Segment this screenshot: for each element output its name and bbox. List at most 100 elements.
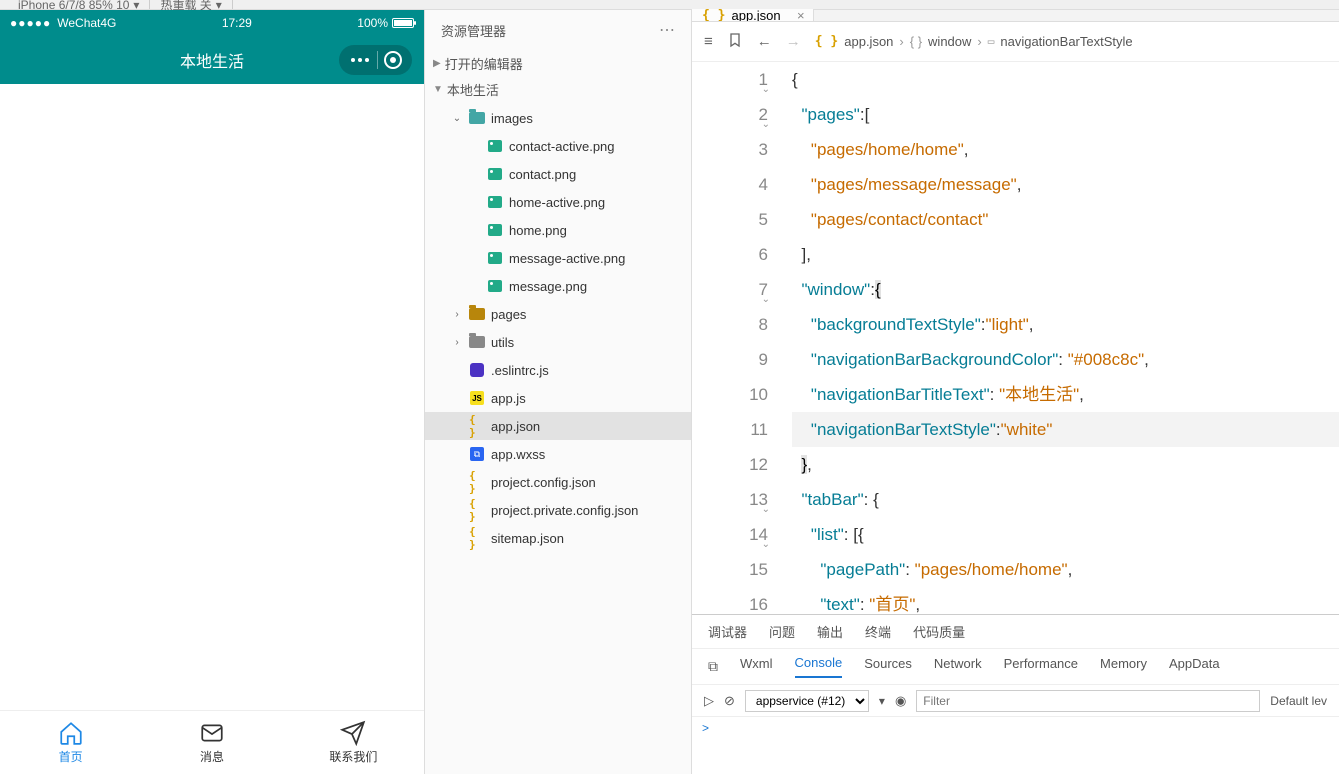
tree-item[interactable]: { }app.json xyxy=(425,412,691,440)
battery-indicator: 100% xyxy=(357,16,414,30)
devtool-tab[interactable]: Console xyxy=(795,655,843,678)
phone-statusbar: ●●●●● WeChat4G 17:29 100% xyxy=(0,10,424,36)
context-select[interactable]: appservice (#12) xyxy=(745,690,869,712)
tabbar-item[interactable]: 联系我们 xyxy=(283,711,424,774)
devtool-tab[interactable]: Memory xyxy=(1100,656,1147,677)
file-name: images xyxy=(491,111,533,126)
file-name: contact.png xyxy=(509,167,576,182)
file-name: message-active.png xyxy=(509,251,625,266)
tree-item[interactable]: ›pages xyxy=(425,300,691,328)
code-editor[interactable]: 1⌄2⌄34567⌄8910111213⌄14⌄1516 { "pages":[… xyxy=(692,62,1339,614)
file-name: sitemap.json xyxy=(491,531,564,546)
signal-dots-icon: ●●●●● xyxy=(10,16,51,30)
tree-item[interactable]: home.png xyxy=(425,216,691,244)
tree-item[interactable]: { } project.config.json xyxy=(425,468,691,496)
breadcrumb[interactable]: { } app.json › { } window › ▭ navigation… xyxy=(815,34,1133,49)
phone-tabbar: 首页消息联系我们 xyxy=(0,710,424,774)
file-name: .eslintrc.js xyxy=(491,363,549,378)
menu-dots-icon[interactable] xyxy=(345,58,375,62)
devtool-tab[interactable]: Performance xyxy=(1004,656,1078,677)
debug-tab[interactable]: 终端 xyxy=(865,622,891,641)
file-name: app.json xyxy=(491,419,540,434)
tree-item[interactable]: contact-active.png xyxy=(425,132,691,160)
tree-item[interactable]: JS app.js xyxy=(425,384,691,412)
chevron-right-icon: › xyxy=(451,337,463,348)
debug-tab[interactable]: 输出 xyxy=(817,622,843,641)
json-icon: { } xyxy=(469,530,485,546)
tabbar-item[interactable]: 消息 xyxy=(141,711,282,774)
debug-tabs: 调试器 问题 输出 终端 代码质量 xyxy=(692,615,1339,649)
json-icon: { } xyxy=(815,34,838,49)
tree-item[interactable]: home-active.png xyxy=(425,188,691,216)
app-topbar: iPhone 6/7/8 85% 10 ▾ 热重载 关 ▾ xyxy=(0,0,1339,10)
editor-tabs: { } app.json × xyxy=(692,10,1339,22)
bookmark-icon[interactable] xyxy=(727,32,743,52)
file-name: utils xyxy=(491,335,514,350)
explorer-title: 资源管理器 xyxy=(441,21,506,40)
clear-icon[interactable]: ⊘ xyxy=(724,693,735,709)
hotreload-toggle[interactable]: 热重载 关 ▾ xyxy=(150,0,232,9)
tree-item[interactable]: { } sitemap.json xyxy=(425,524,691,552)
js-icon: JS xyxy=(470,391,484,405)
debug-tab[interactable]: 调试器 xyxy=(708,622,747,641)
tree-item[interactable]: .eslintrc.js xyxy=(425,356,691,384)
image-icon xyxy=(488,168,502,180)
forward-arrow-icon[interactable]: → xyxy=(786,33,801,50)
editor-toolbar: ≡ ← → { } app.json › { } window › ▭ navi… xyxy=(692,22,1339,62)
project-section[interactable]: ▼ 本地生活 xyxy=(425,76,691,102)
file-name: message.png xyxy=(509,279,587,294)
devtool-tab[interactable]: AppData xyxy=(1169,656,1220,677)
image-icon xyxy=(488,280,502,292)
chevron-right-icon: ▶ xyxy=(433,58,441,69)
open-editors-section[interactable]: ▶ 打开的编辑器 xyxy=(425,50,691,76)
chevron-down-icon: ▼ xyxy=(433,84,443,95)
file-name: project.config.json xyxy=(491,475,596,490)
play-icon[interactable]: ▷ xyxy=(704,693,714,709)
bottom-panel: 调试器 问题 输出 终端 代码质量 ⧉ Wxml Console Sources Networ… xyxy=(692,614,1339,774)
file-name: home.png xyxy=(509,223,567,238)
capsule-button[interactable] xyxy=(339,45,412,75)
devtool-tabs: ⧉ Wxml Console Sources Network Performance Me… xyxy=(692,649,1339,685)
device-selector[interactable]: iPhone 6/7/8 85% 10 ▾ xyxy=(8,0,150,9)
tree-item[interactable]: ⧉app.wxss xyxy=(425,440,691,468)
file-name: app.js xyxy=(491,391,526,406)
json-icon: { } xyxy=(469,502,485,518)
level-select[interactable]: Default lev xyxy=(1270,694,1327,708)
back-arrow-icon[interactable]: ← xyxy=(757,33,772,50)
tree-item[interactable]: message.png xyxy=(425,272,691,300)
console-body[interactable]: > xyxy=(692,717,1339,774)
list-icon[interactable]: ≡ xyxy=(704,33,713,50)
inspect-icon[interactable]: ⧉ xyxy=(708,658,718,675)
editor-tab-appjson[interactable]: { } app.json × xyxy=(692,9,814,21)
phone-navbar: 本地生活 xyxy=(0,36,424,84)
eye-icon[interactable]: ◉ xyxy=(895,693,906,709)
page-content xyxy=(0,84,424,710)
tree-item[interactable]: contact.png xyxy=(425,160,691,188)
debug-tab[interactable]: 问题 xyxy=(769,622,795,641)
file-name: home-active.png xyxy=(509,195,605,210)
image-icon xyxy=(488,224,502,236)
close-icon[interactable]: × xyxy=(797,9,805,21)
battery-icon xyxy=(392,18,414,28)
tree-item[interactable]: { } project.private.config.json xyxy=(425,496,691,524)
file-name: project.private.config.json xyxy=(491,503,638,518)
eslint-icon xyxy=(470,363,484,377)
tabbar-item[interactable]: 首页 xyxy=(0,711,141,774)
chevron-down-icon: ⌄ xyxy=(451,113,463,124)
carrier-label: WeChat4G xyxy=(57,16,116,30)
tree-item[interactable]: message-active.png xyxy=(425,244,691,272)
json-icon: { } xyxy=(469,474,485,490)
file-name: contact-active.png xyxy=(509,139,615,154)
filter-input[interactable] xyxy=(916,690,1260,712)
tree-item[interactable]: › utils xyxy=(425,328,691,356)
chevron-right-icon: › xyxy=(451,309,463,320)
devtool-tab[interactable]: Wxml xyxy=(740,656,773,677)
more-icon[interactable]: ⋯ xyxy=(659,20,675,40)
devtool-tab[interactable]: Network xyxy=(934,656,982,677)
file-name: app.wxss xyxy=(491,447,545,462)
close-target-icon[interactable] xyxy=(384,51,402,69)
devtool-tab[interactable]: Sources xyxy=(864,656,912,677)
debug-tab[interactable]: 代码质量 xyxy=(913,622,965,641)
nav-title: 本地生活 xyxy=(180,48,244,72)
tree-item[interactable]: ⌄ images xyxy=(425,104,691,132)
